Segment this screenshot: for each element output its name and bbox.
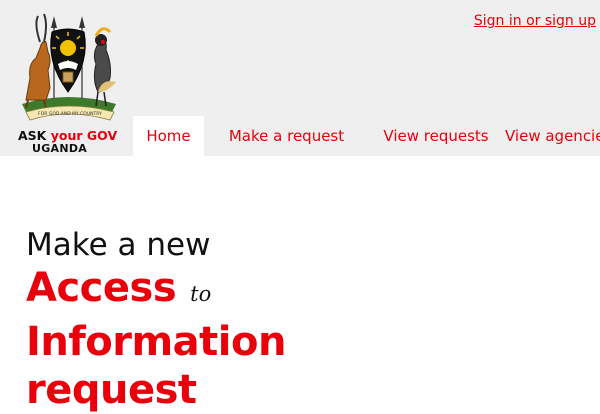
hero-request: request (26, 367, 197, 413)
hero-to: to (190, 282, 212, 306)
site-logo[interactable]: FOR GOD AND MY COUNTRY ASK your GOV UGAN… (12, 8, 124, 155)
logo-gov: GOV (86, 128, 118, 143)
logo-your: your (50, 128, 83, 143)
hero-heading: Make a new Access to Information request (26, 226, 286, 414)
nav-home[interactable]: Home (133, 116, 204, 156)
hero-line1: Make a new (26, 227, 211, 263)
site-header: FOR GOD AND MY COUNTRY ASK your GOV UGAN… (0, 0, 600, 156)
logo-motto: FOR GOD AND MY COUNTRY (38, 111, 102, 117)
hero-access: Access (26, 265, 177, 311)
nav-view-requests[interactable]: View requests (369, 116, 503, 156)
uganda-coat-of-arms-icon: FOR GOD AND MY COUNTRY (22, 13, 116, 121)
main-nav: Home Make a request View requests View a… (133, 116, 600, 156)
logo-wordmark: ASK your GOV (18, 128, 117, 143)
sign-in-link[interactable]: Sign in or sign up (474, 13, 596, 29)
nav-make-request[interactable]: Make a request (204, 116, 369, 156)
hero-information: Information (26, 319, 286, 365)
logo-country: UGANDA (32, 142, 88, 155)
logo-ask: ASK (18, 128, 47, 143)
nav-view-agencies[interactable]: View agencies (503, 116, 600, 156)
hero-line2: Access to (26, 264, 286, 318)
